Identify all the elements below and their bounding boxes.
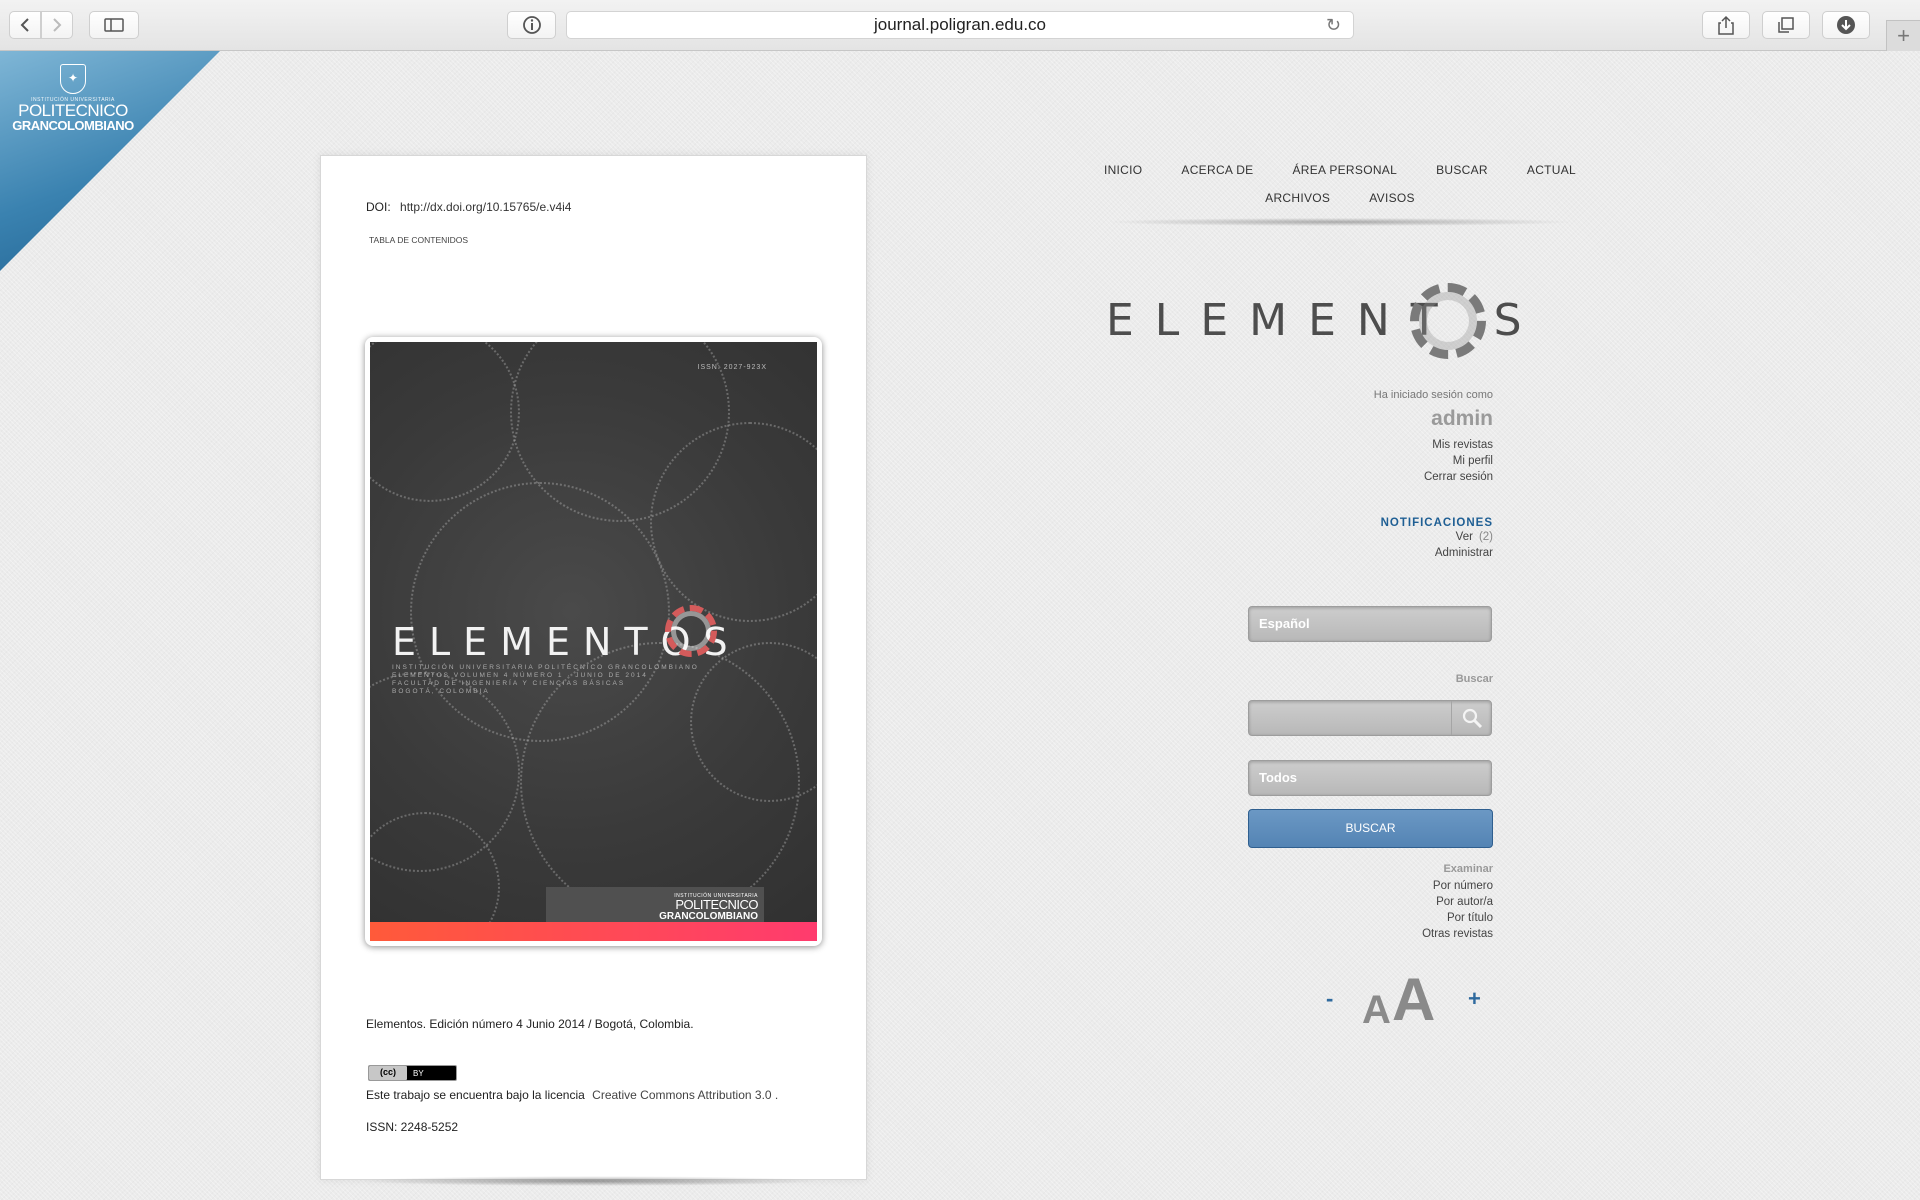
my-journals-link[interactable]: Mis revistas [1193,437,1493,453]
tabs-icon [1778,17,1794,33]
cover-subtitle-line: FACULTAD DE INGENIERÍA Y CIENCIAS BÁSICA… [392,680,626,687]
cover-badge-line1: POLITECNICO [675,897,758,912]
notification-count: (2) [1478,531,1493,543]
logo-line2: GRANCOLOMBIANO [12,118,134,133]
cover-fractal [370,342,520,502]
share-button[interactable] [1702,11,1750,39]
back-button[interactable] [9,11,41,39]
downloads-button[interactable] [1822,11,1870,39]
logout-link[interactable]: Cerrar sesión [1193,469,1493,485]
font-decrease-button[interactable]: - [1326,986,1333,1012]
main-nav: INICIO ACERCA DE ÁREA PERSONAL BUSCAR AC… [1100,163,1580,219]
search-input[interactable] [1248,700,1492,736]
nav-item-inicio[interactable]: INICIO [1104,163,1142,191]
nav-row: INICIO ACERCA DE ÁREA PERSONAL BUSCAR AC… [1100,163,1580,191]
notifications-manage-link[interactable]: Administrar [1193,545,1493,561]
nav-item-buscar[interactable]: BUSCAR [1436,163,1488,191]
cover-issn: ISSN: 2027-923X [697,364,767,371]
font-small-a[interactable]: A [1362,988,1391,1033]
cover-subtitle: INSTITUCIÓN UNIVERSITARIA POLITÉCNICO GR… [392,664,699,696]
language-select[interactable]: Español [1248,606,1492,642]
download-icon [1837,16,1855,34]
my-profile-link[interactable]: Mi perfil [1193,453,1493,469]
font-increase-button[interactable]: + [1468,986,1481,1012]
cover-badge-text: INSTITUCIÓN UNIVERSITARIA POLITECNICO GR… [659,893,758,922]
institution-logo[interactable]: ✦ INSTITUCIÓN UNIVERSITARIA POLITECNICO … [8,64,138,132]
cover-subtitle-line: ELEMENTOS VOLUMEN 4 NÚMERO 1 · JUNIO DE … [392,672,648,679]
article-panel: DOI: http://dx.doi.org/10.15765/e.v4i4 T… [320,155,867,1180]
search-submit-button[interactable]: BUSCAR [1248,809,1493,848]
panel-shadow [360,1176,820,1186]
browse-block: Examinar Por número Por autor/a Por títu… [1193,863,1493,942]
search-label: Buscar [1455,673,1493,685]
seal-icon: ✦ [60,64,86,94]
cover-color-stripe [370,922,817,941]
browser-toolbar: journal.poligran.edu.co ↻ + [0,0,1920,51]
cc-license-badge[interactable]: (cc) BY [368,1065,457,1081]
journal-cover-image[interactable]: ISSN: 2027-923X ELEMENTOS INSTITUCIÓN UN… [370,342,817,941]
browse-by-title-link[interactable]: Por título [1193,910,1493,926]
cover-badge-line2: GRANCOLOMBIANO [659,911,758,922]
doi-line: DOI: http://dx.doi.org/10.15765/e.v4i4 [366,200,571,214]
view-label: Ver [1455,531,1473,543]
logo-subtitle: INSTITUCIÓN UNIVERSITARIA [31,97,115,103]
notifications-view-link[interactable]: Ver (2) [1193,529,1493,545]
search-icon [1462,708,1482,729]
nav-item-actual[interactable]: ACTUAL [1527,163,1576,191]
sidebar-toggle-button[interactable] [89,11,139,39]
sidebar-icon [104,18,124,32]
license-link[interactable]: Creative Commons Attribution 3.0 . [592,1088,778,1102]
font-size-control: - A A + [1322,970,1482,1033]
cover-subtitle-line: BOGOTÁ, COLOMBIA [392,688,490,695]
issn-text: ISSN: 2248-5252 [366,1120,459,1134]
username: admin [1431,407,1493,430]
plus-icon: + [1897,23,1910,48]
chevron-right-icon [53,18,62,32]
edition-text: Elementos. Edición número 4 Junio 2014 /… [366,1017,694,1031]
nav-item-avisos[interactable]: AVISOS [1369,191,1415,219]
font-large-a[interactable]: A [1392,970,1435,1030]
doi-label: DOI: [366,200,391,214]
new-tab-button[interactable]: + [1886,20,1920,51]
toc-link[interactable]: TABLA DE CONTENIDOS [369,235,468,245]
nav-item-area-personal[interactable]: ÁREA PERSONAL [1292,163,1397,191]
nav-row: ARCHIVOS AVISOS [1100,191,1580,219]
nav-item-acerca[interactable]: ACERCA DE [1181,163,1253,191]
browse-by-author-link[interactable]: Por autor/a [1193,894,1493,910]
browse-by-issue-link[interactable]: Por número [1193,878,1493,894]
search-submit-icon-button[interactable] [1451,701,1491,735]
logo-line1: POLITECNICO [18,101,128,120]
cover-ring-graphic [665,605,717,657]
user-links: Mis revistas Mi perfil Cerrar sesión [1193,437,1493,485]
nav-divider [1110,218,1570,226]
logged-in-label: Ha iniciado sesión como [1373,389,1493,401]
browse-title: Examinar [1443,863,1493,875]
nav-item-archivos[interactable]: ARCHIVOS [1265,191,1330,219]
tabs-overview-button[interactable] [1762,11,1810,39]
site-info-button[interactable] [507,11,556,39]
license-text: Este trabajo se encuentra bajo la licenc… [366,1088,585,1102]
info-icon [522,16,541,34]
address-bar[interactable]: journal.poligran.edu.co ↻ [566,11,1354,39]
search-scope-select[interactable]: Todos [1248,760,1492,796]
doi-link[interactable]: http://dx.doi.org/10.15765/e.v4i4 [400,200,571,214]
notifications-title: NOTIFICACIONES [1380,517,1493,529]
user-block: Ha iniciado sesión como admin Mis revist… [1193,389,1493,485]
other-journals-link[interactable]: Otras revistas [1193,926,1493,942]
cc-icon: (cc) [369,1066,407,1080]
url-text: journal.poligran.edu.co [873,15,1046,34]
share-icon [1718,15,1734,35]
reload-icon[interactable]: ↻ [1326,15,1341,36]
brand-ring-graphic [1410,283,1486,359]
cover-frame: ISSN: 2027-923X ELEMENTOS INSTITUCIÓN UN… [365,337,822,946]
chevron-left-icon [20,18,29,32]
notifications-block: NOTIFICACIONES Ver (2) Administrar [1193,517,1493,561]
license-line: Este trabajo se encuentra bajo la licenc… [366,1088,778,1102]
forward-button[interactable] [41,11,73,39]
cover-subtitle-line: INSTITUCIÓN UNIVERSITARIA POLITÉCNICO GR… [392,664,699,671]
cc-by-label: BY [413,1068,424,1078]
